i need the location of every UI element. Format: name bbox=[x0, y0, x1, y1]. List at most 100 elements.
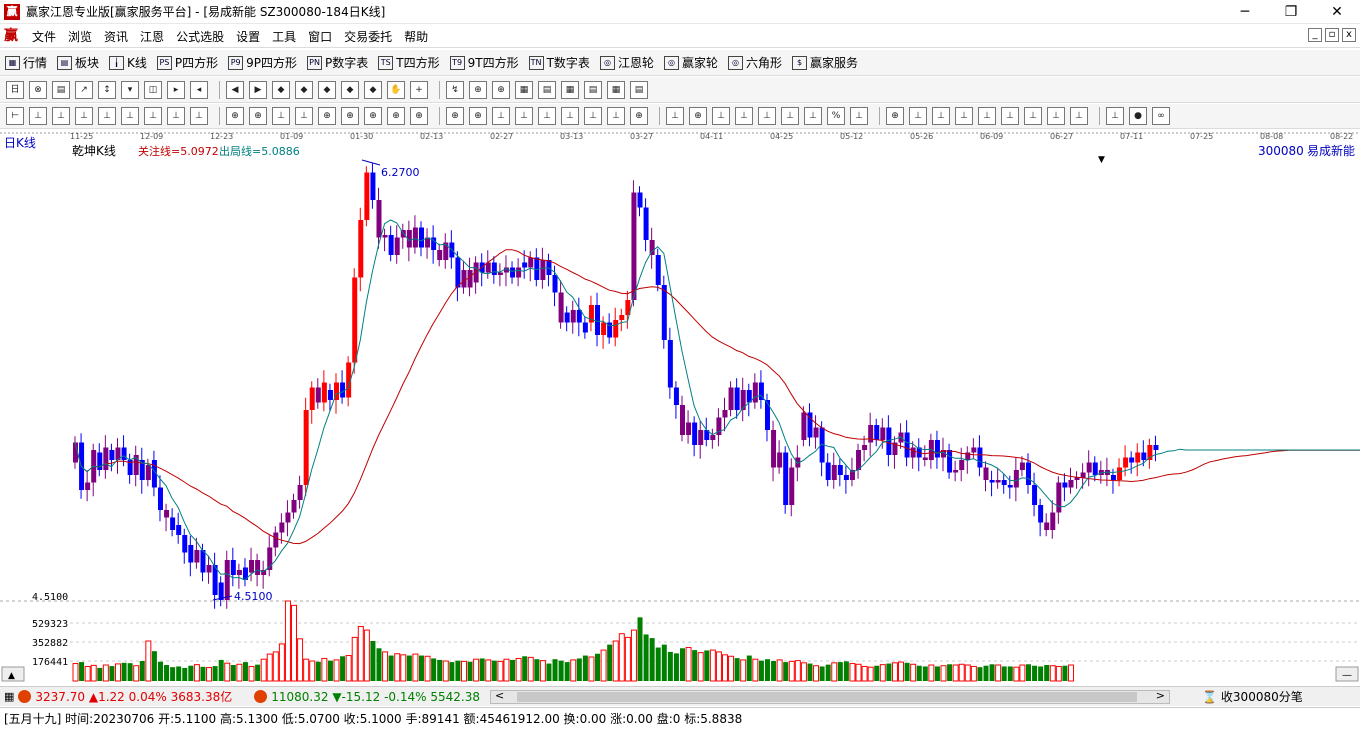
toolbar-button-11[interactable]: ◎ 六角形 bbox=[723, 54, 787, 71]
toolbar2-tool-icon[interactable]: ✋ bbox=[387, 80, 405, 99]
toolbar2-tool-icon[interactable]: ▤ bbox=[538, 80, 556, 99]
toolbar2-tool-icon[interactable]: ↕ bbox=[98, 80, 116, 99]
toolbar3-tool-icon[interactable]: ⊥ bbox=[29, 107, 47, 125]
mdi-close-button[interactable]: x bbox=[1342, 28, 1356, 42]
mdi-minimize-button[interactable]: _ bbox=[1308, 28, 1322, 42]
toolbar3-tool-icon[interactable]: ⊥ bbox=[190, 107, 208, 125]
toolbar3-tool-icon[interactable]: ⊕ bbox=[446, 107, 464, 125]
scroll-right-icon[interactable]: > bbox=[1156, 689, 1165, 702]
toolbar2-tool-icon[interactable]: ◆ bbox=[341, 80, 359, 99]
toolbar-button-6[interactable]: TS T四方形 bbox=[373, 54, 444, 71]
toolbar3-tool-icon[interactable]: ⊥ bbox=[666, 107, 684, 125]
toolbar3-tool-icon[interactable]: ⊥ bbox=[295, 107, 313, 125]
toolbar3-tool-icon[interactable]: ⊥ bbox=[804, 107, 822, 125]
mdi-restore-button[interactable]: ▫ bbox=[1325, 28, 1339, 42]
maximize-button[interactable]: ❐ bbox=[1268, 0, 1314, 24]
toolbar3-tool-icon[interactable]: ⊕ bbox=[410, 107, 428, 125]
toolbar3-tool-icon[interactable]: ⊥ bbox=[515, 107, 533, 125]
toolbar3-tool-icon[interactable]: ⊥ bbox=[712, 107, 730, 125]
toolbar3-tool-icon[interactable]: ⊥ bbox=[272, 107, 290, 125]
toolbar3-tool-icon[interactable]: ⊥ bbox=[492, 107, 510, 125]
toolbar3-tool-icon[interactable]: ⊥ bbox=[52, 107, 70, 125]
toolbar3-tool-icon[interactable]: ⊥ bbox=[1024, 107, 1042, 125]
toolbar2-tool-icon[interactable]: ⊗ bbox=[29, 80, 47, 99]
toolbar3-tool-icon[interactable]: ⊥ bbox=[75, 107, 93, 125]
toolbar2-tool-icon[interactable]: ◆ bbox=[318, 80, 336, 99]
close-button[interactable]: ✕ bbox=[1314, 0, 1360, 24]
toolbar3-tool-icon[interactable]: ⊥ bbox=[561, 107, 579, 125]
toolbar2-tool-icon[interactable]: ◆ bbox=[272, 80, 290, 99]
toolbar3-tool-icon[interactable]: ⊢ bbox=[6, 107, 24, 125]
toolbar2-tool-icon[interactable]: ◆ bbox=[295, 80, 313, 99]
horizontal-scrollbar[interactable]: < > bbox=[489, 689, 1170, 704]
toolbar3-tool-icon[interactable]: ⊥ bbox=[98, 107, 116, 125]
toolbar3-tool-icon[interactable]: ⊥ bbox=[850, 107, 868, 125]
toolbar2-tool-icon[interactable]: ↗ bbox=[75, 80, 93, 99]
toolbar-button-4[interactable]: P9 9P四方形 bbox=[223, 54, 302, 71]
toolbar3-tool-icon[interactable]: ⊕ bbox=[387, 107, 405, 125]
toolbar-button-7[interactable]: T9 9T四方形 bbox=[445, 54, 524, 71]
menu-item-9[interactable]: 帮助 bbox=[398, 28, 434, 45]
kline-chart[interactable]: 11-25 12-09 12-23 01-09 01-30 02-13 02-27 03-13… bbox=[0, 129, 1360, 686]
toolbar3-tool-icon[interactable]: ⊥ bbox=[781, 107, 799, 125]
toolbar3-tool-icon[interactable]: ⊥ bbox=[1070, 107, 1088, 125]
menu-item-6[interactable]: 工具 bbox=[266, 28, 302, 45]
toolbar2-tool-icon[interactable]: ◆ bbox=[364, 80, 382, 99]
toolbar3-tool-icon[interactable]: ⊥ bbox=[758, 107, 776, 125]
scroll-thumb[interactable] bbox=[516, 691, 1137, 702]
toolbar2-tool-icon[interactable]: + bbox=[410, 80, 428, 99]
menu-item-2[interactable]: 资讯 bbox=[98, 28, 134, 45]
toolbar2-tool-icon[interactable]: ▤ bbox=[630, 80, 648, 99]
toolbar3-tool-icon[interactable]: ⊕ bbox=[341, 107, 359, 125]
toolbar3-tool-icon[interactable]: ⊕ bbox=[226, 107, 244, 125]
toolbar2-tool-icon[interactable]: ◫ bbox=[144, 80, 162, 99]
toolbar-button-3[interactable]: PS P四方形 bbox=[152, 54, 223, 71]
toolbar3-tool-icon[interactable]: % bbox=[827, 107, 845, 125]
toolbar3-tool-icon[interactable]: ⊕ bbox=[249, 107, 267, 125]
toolbar-button-8[interactable]: TN T数字表 bbox=[524, 54, 595, 71]
toolbar2-tool-icon[interactable]: ▦ bbox=[607, 80, 625, 99]
menu-item-4[interactable]: 公式选股 bbox=[170, 28, 230, 45]
menu-item-1[interactable]: 浏览 bbox=[62, 28, 98, 45]
scroll-left-icon[interactable]: < bbox=[495, 689, 504, 702]
menu-item-0[interactable]: 文件 bbox=[26, 28, 62, 45]
toolbar3-tool-icon[interactable]: ⊕ bbox=[318, 107, 336, 125]
toolbar2-tool-icon[interactable]: ↯ bbox=[446, 80, 464, 99]
toolbar-button-9[interactable]: ◎ 江恩轮 bbox=[595, 54, 659, 71]
menu-item-3[interactable]: 江恩 bbox=[134, 28, 170, 45]
toolbar2-tool-icon[interactable]: ▶ bbox=[249, 80, 267, 99]
toolbar-button-5[interactable]: PN P数字表 bbox=[302, 54, 373, 71]
toolbar2-tool-icon[interactable]: ⊕ bbox=[492, 80, 510, 99]
toolbar2-tool-icon[interactable]: ▸ bbox=[167, 80, 185, 99]
toolbar2-tool-icon[interactable]: ▾ bbox=[121, 80, 139, 99]
toolbar3-tool-icon[interactable]: ⊥ bbox=[735, 107, 753, 125]
toolbar3-tool-icon[interactable]: ⊕ bbox=[364, 107, 382, 125]
toolbar3-tool-icon[interactable]: ⊕ bbox=[630, 107, 648, 125]
toolbar3-tool-icon[interactable]: ⊥ bbox=[955, 107, 973, 125]
toolbar3-tool-icon[interactable]: ⊕ bbox=[886, 107, 904, 125]
toolbar3-tool-icon[interactable]: ⊥ bbox=[167, 107, 185, 125]
toolbar3-tool-icon[interactable]: ⊥ bbox=[1106, 107, 1124, 125]
toolbar3-tool-icon[interactable]: ● bbox=[1129, 107, 1147, 125]
kline-chart-area[interactable]: 11-25 12-09 12-23 01-09 01-30 02-13 02-27 03-13… bbox=[0, 129, 1360, 686]
calculator-icon[interactable]: ▦ bbox=[4, 690, 14, 703]
toolbar2-tool-icon[interactable]: ▦ bbox=[561, 80, 579, 99]
menu-item-7[interactable]: 窗口 bbox=[302, 28, 338, 45]
toolbar2-tool-icon[interactable]: ◀ bbox=[226, 80, 244, 99]
toolbar3-tool-icon[interactable]: ⊥ bbox=[584, 107, 602, 125]
toolbar2-tool-icon[interactable]: ◂ bbox=[190, 80, 208, 99]
minimize-button[interactable]: ─ bbox=[1222, 0, 1268, 24]
toolbar2-tool-icon[interactable]: ▦ bbox=[515, 80, 533, 99]
toolbar-button-10[interactable]: ◎ 赢家轮 bbox=[659, 54, 723, 71]
toolbar2-tool-icon[interactable]: ⊕ bbox=[469, 80, 487, 99]
toolbar3-tool-icon[interactable]: ∞ bbox=[1152, 107, 1170, 125]
toolbar3-tool-icon[interactable]: ⊕ bbox=[469, 107, 487, 125]
toolbar-button-1[interactable]: ▤ 板块 bbox=[52, 54, 104, 71]
toolbar3-tool-icon[interactable]: ⊥ bbox=[1047, 107, 1065, 125]
toolbar2-tool-icon[interactable]: ▤ bbox=[584, 80, 602, 99]
toolbar3-tool-icon[interactable]: ⊕ bbox=[689, 107, 707, 125]
toolbar3-tool-icon[interactable]: ⊥ bbox=[538, 107, 556, 125]
toolbar-button-12[interactable]: $ 赢家服务 bbox=[787, 54, 863, 71]
toolbar3-tool-icon[interactable]: ⊥ bbox=[932, 107, 950, 125]
toolbar3-tool-icon[interactable]: ⊥ bbox=[909, 107, 927, 125]
